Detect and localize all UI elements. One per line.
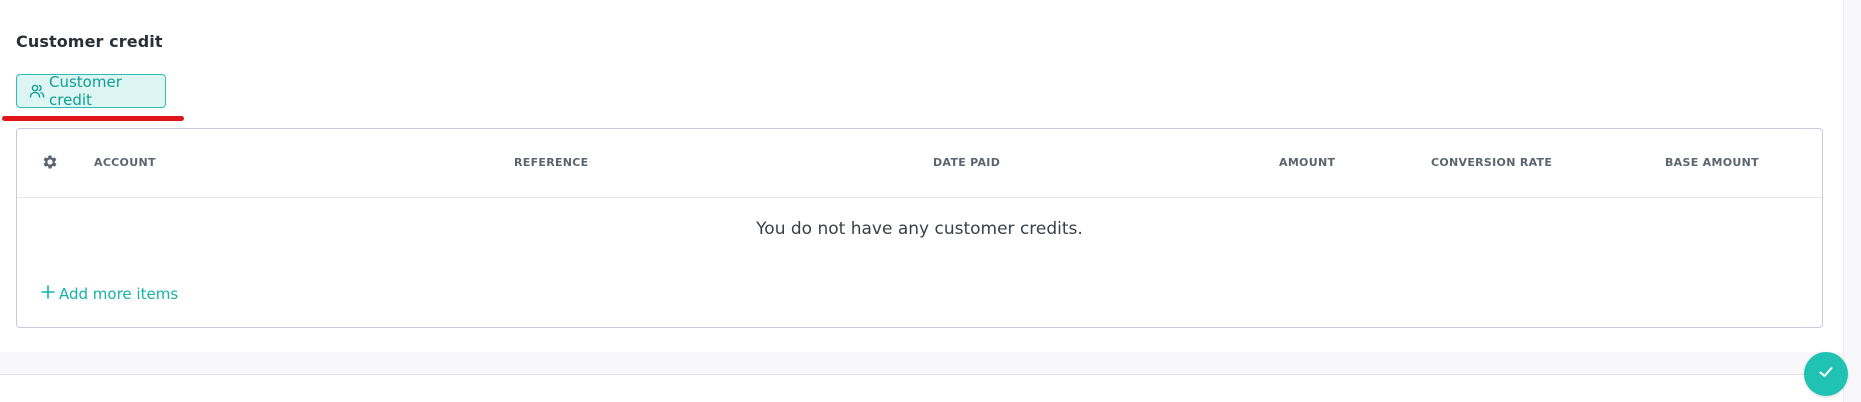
customer-credit-button[interactable]: Customer credit (16, 73, 166, 109)
customer-credit-button-label: Customer credit (49, 73, 122, 109)
gear-icon[interactable] (41, 153, 59, 171)
section-title: Customer credit (16, 32, 163, 51)
column-header-conversion-rate[interactable]: CONVERSION RATE (1431, 156, 1552, 169)
empty-state-message: You do not have any customer credits. (756, 219, 1083, 239)
scrollbar-track[interactable] (1843, 0, 1861, 402)
column-header-amount[interactable]: AMOUNT (1279, 156, 1335, 169)
column-header-date-paid[interactable]: DATE PAID (933, 156, 1000, 169)
highlight-underline (2, 116, 184, 121)
plus-icon (41, 285, 55, 303)
table-header: ACCOUNT REFERENCE DATE PAID AMOUNT CONVE… (17, 129, 1822, 198)
page: Customer credit Customer credit ACCOUNT … (0, 0, 1861, 402)
footer-strip (0, 352, 1843, 375)
save-fab-button[interactable] (1804, 352, 1848, 396)
users-icon (29, 83, 45, 99)
add-more-items-button[interactable]: Add more items (41, 285, 178, 303)
add-more-items-label: Add more items (59, 285, 179, 303)
check-icon (1817, 363, 1835, 385)
customer-credit-table: ACCOUNT REFERENCE DATE PAID AMOUNT CONVE… (16, 128, 1823, 328)
column-header-account[interactable]: ACCOUNT (94, 156, 156, 169)
column-header-base-amount[interactable]: BASE AMOUNT (1665, 156, 1759, 169)
column-header-reference[interactable]: REFERENCE (514, 156, 589, 169)
